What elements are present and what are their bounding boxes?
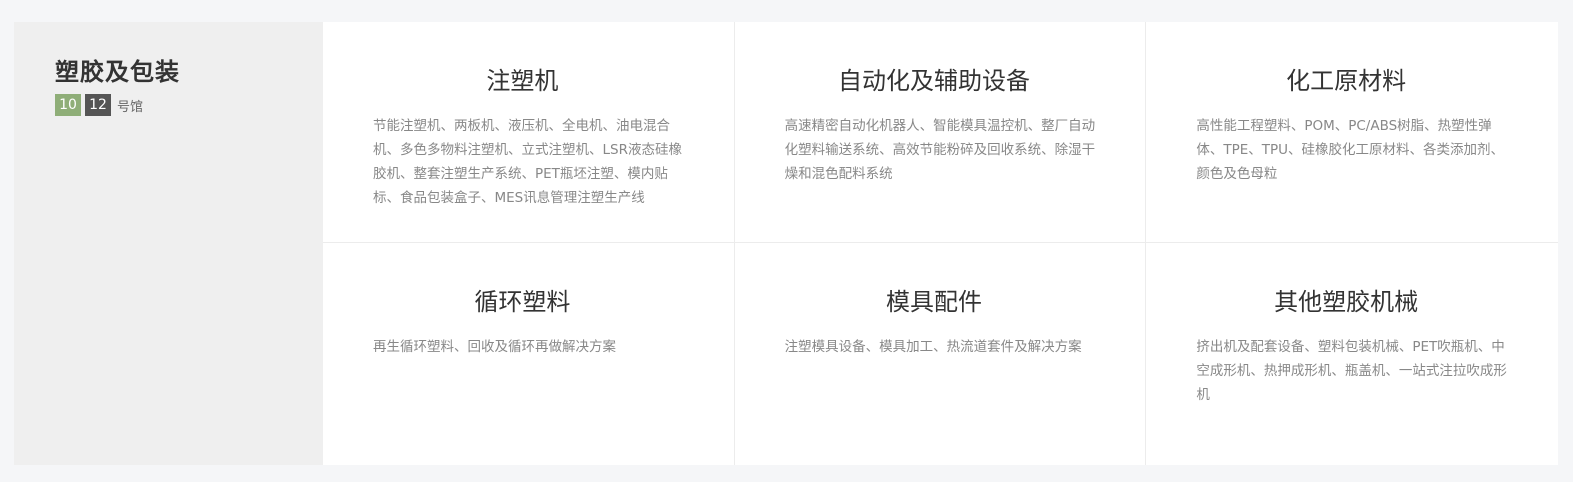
category-description: 高速精密自动化机器人、智能模具温控机、整厂自动化塑料输送系统、高效节能粉碎及回收… xyxy=(784,118,1096,182)
category-card-other-machinery[interactable]: 其他塑胶机械 挤出机及配套设备、塑料包装机械、PET吹瓶机、中空成形机、热押成形… xyxy=(1146,243,1558,465)
category-description: 再生循环塑料、回收及循环再做解决方案 xyxy=(373,339,616,355)
category-description: 挤出机及配套设备、塑料包装机械、PET吹瓶机、中空成形机、热押成形机、瓶盖机、一… xyxy=(1196,339,1507,403)
section-title: 塑胶及包装 xyxy=(55,58,180,86)
hall-badge-10[interactable]: 10 xyxy=(55,94,81,116)
category-title: 模具配件 xyxy=(885,288,982,316)
category-description: 节能注塑机、两板机、液压机、全电机、油电混合机、多色多物料注塑机、立式注塑机、L… xyxy=(373,118,682,206)
category-card-injection-machines[interactable]: 注塑机 节能注塑机、两板机、液压机、全电机、油电混合机、多色多物料注塑机、立式注… xyxy=(323,22,735,243)
hall-suffix-label: 号馆 xyxy=(117,99,144,115)
category-description: 高性能工程塑料、POM、PC/ABS树脂、热塑性弹体、TPE、TPU、硅橡胶化工… xyxy=(1196,118,1505,182)
exhibit-section: 塑胶及包装 10 12 号馆 注塑机 节能注塑机、两板机、液压机、全电机、油电混… xyxy=(14,22,1558,465)
category-card-mould-parts[interactable]: 模具配件 注塑模具设备、模具加工、热流道套件及解决方案 xyxy=(735,243,1147,465)
category-title: 循环塑料 xyxy=(474,288,571,316)
hall-list: 10 12 号馆 xyxy=(55,94,323,116)
category-title: 自动化及辅助设备 xyxy=(837,67,1030,95)
category-card-automation[interactable]: 自动化及辅助设备 高速精密自动化机器人、智能模具温控机、整厂自动化塑料输送系统、… xyxy=(734,22,1147,243)
hall-badge-12[interactable]: 12 xyxy=(85,94,111,116)
category-description: 注塑模具设备、模具加工、热流道套件及解决方案 xyxy=(784,339,1082,355)
category-grid: 注塑机 节能注塑机、两板机、液压机、全电机、油电混合机、多色多物料注塑机、立式注… xyxy=(323,22,1558,465)
category-title: 化工原材料 xyxy=(1286,67,1407,95)
category-title: 其他塑胶机械 xyxy=(1274,288,1419,316)
category-card-recycled-plastics[interactable]: 循环塑料 再生循环塑料、回收及循环再做解决方案 xyxy=(323,243,735,465)
category-sidebar: 塑胶及包装 10 12 号馆 xyxy=(14,22,323,465)
category-title: 注塑机 xyxy=(486,67,559,95)
category-card-chemical-materials[interactable]: 化工原材料 高性能工程塑料、POM、PC/ABS树脂、热塑性弹体、TPE、TPU… xyxy=(1146,22,1558,243)
